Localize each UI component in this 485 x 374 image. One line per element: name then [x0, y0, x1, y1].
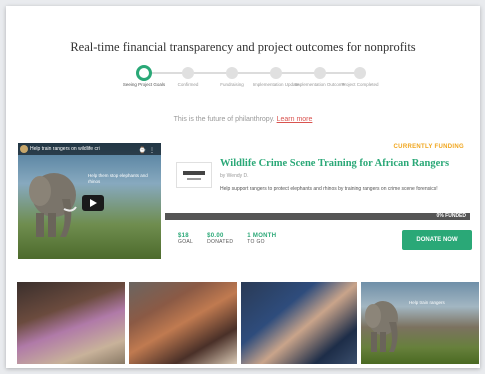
organization-logo: [176, 162, 212, 188]
photo-elephant-video[interactable]: Help train rangers: [361, 282, 479, 364]
learn-more-link[interactable]: Learn more: [277, 116, 313, 123]
elephant-thumbnail-image: [365, 301, 398, 352]
stat-goal: $18 GOAL: [178, 233, 193, 245]
stat-label: GOAL: [178, 239, 194, 245]
page-headline: Real-time financial transparency and pro…: [70, 40, 416, 54]
elephant-image: [29, 173, 77, 237]
photo-caption: Help train rangers: [409, 300, 445, 305]
stat-donated: $0.00 DONATED: [207, 233, 233, 245]
future-line: This is the future of philanthropy. Lear…: [6, 116, 480, 123]
logo-mark: [183, 171, 205, 175]
funding-progress-bar: 0% FUNDED: [165, 213, 470, 220]
video-title: Help train rangers on wildlife cri: [30, 146, 100, 152]
stat-label: TO GO: [247, 239, 265, 245]
photo-student-writing[interactable]: [17, 282, 125, 364]
channel-avatar-icon: [20, 145, 28, 153]
project-description: Help support rangers to protect elephant…: [220, 186, 438, 192]
progress-stepper: Seeing Project Goals Confirmed Fundraisi…: [116, 64, 379, 104]
project-author: by Wendy D.: [220, 173, 249, 179]
step-dot: [270, 67, 282, 79]
step-label: Project Completed: [341, 82, 379, 87]
future-text: This is the future of philanthropy.: [173, 116, 275, 123]
step-dot: [182, 67, 194, 79]
step-dot: [354, 67, 366, 79]
video-player[interactable]: Help train rangers on wildlife cri ⌚⋮ He…: [18, 143, 161, 259]
video-menu-icon[interactable]: ⌚⋮: [139, 145, 158, 157]
stat-time-left: 1 MONTH TO GO: [247, 233, 276, 245]
project-stats: $18 GOAL $0.00 DONATED 1 MONTH TO GO: [178, 233, 276, 245]
funding-status-badge: CURRENTLY FUNDING: [393, 144, 464, 150]
video-caption: Help them stop elephants and rhinos: [88, 173, 148, 184]
stat-label: DONATED: [207, 239, 234, 245]
project-title[interactable]: Wildlife Crime Scene Training for Africa…: [220, 158, 449, 169]
step-dot: [136, 65, 152, 81]
project-row: Help train rangers on wildlife cri ⌚⋮ He…: [18, 138, 472, 264]
photo-children-with-caps[interactable]: [241, 282, 357, 364]
funded-percent: 0% FUNDED: [436, 213, 466, 219]
logo-mark: [187, 178, 201, 180]
video-title-bar: Help train rangers on wildlife cri ⌚⋮: [18, 143, 161, 155]
donate-now-button[interactable]: DONATE NOW: [402, 230, 472, 250]
step-dot: [314, 67, 326, 79]
step-dot: [226, 67, 238, 79]
play-button-icon[interactable]: [82, 195, 104, 211]
photo-strip: Help train rangers: [17, 282, 479, 364]
step-project-completed[interactable]: Project Completed: [332, 64, 388, 88]
photo-child-studying[interactable]: [129, 282, 237, 364]
